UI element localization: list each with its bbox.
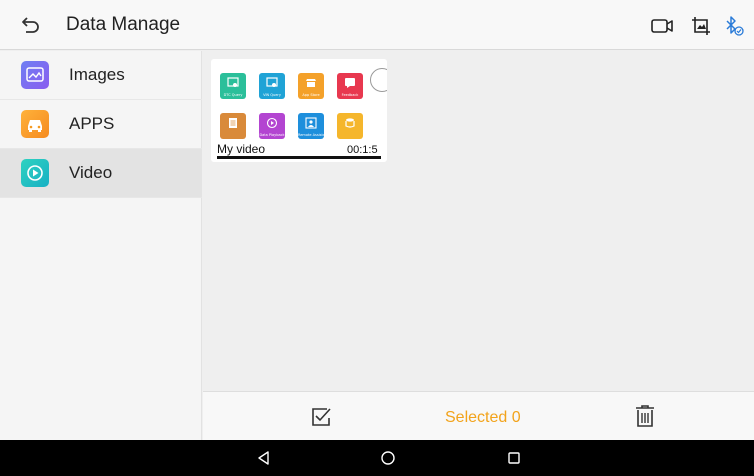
bluetooth-icon[interactable] <box>722 15 746 37</box>
trash-icon[interactable] <box>634 404 656 428</box>
thumbnail-tile <box>220 113 246 139</box>
video-thumbnail-card[interactable]: DTC Query VIN Query App Store Feedback D… <box>211 59 387 162</box>
tile-caption: Data Playback <box>259 133 285 137</box>
screenshot-crop-icon[interactable] <box>690 15 714 37</box>
tile-caption: VIN Query <box>263 93 281 97</box>
apps-car-icon <box>21 110 49 138</box>
thumbnail-tile: Remote Assistance <box>298 113 324 139</box>
video-duration: 00:1:5 <box>347 144 378 156</box>
sidebar-item-video[interactable]: Video <box>0 149 202 198</box>
sidebar-item-label: Images <box>69 65 125 84</box>
thumbnail-tile: VIN Query <box>259 73 285 99</box>
sidebar-item-label: Video <box>69 163 113 182</box>
thumbnail-tile <box>337 113 363 139</box>
thumbnail-tile: Feedback <box>337 73 363 99</box>
video-play-icon <box>21 159 49 187</box>
images-icon <box>21 61 49 89</box>
recents-square-icon[interactable] <box>506 450 522 466</box>
sidebar-item-images[interactable]: Images <box>0 51 202 100</box>
thumbnail-tile: DTC Query <box>220 73 246 99</box>
top-bar: Data Manage <box>0 0 754 50</box>
category-sidebar: Images APPS Video <box>0 51 202 441</box>
select-checkbox[interactable] <box>370 68 387 92</box>
tile-caption: Feedback <box>341 93 359 97</box>
sidebar-item-apps[interactable]: APPS <box>0 100 202 149</box>
thumbnail-tile: Data Playback <box>259 113 285 139</box>
video-progress-bar <box>217 156 381 159</box>
home-circle-icon[interactable] <box>380 450 396 466</box>
back-triangle-icon[interactable] <box>256 450 272 466</box>
back-arrow-icon[interactable] <box>18 13 42 37</box>
tile-caption: App Store <box>302 93 320 97</box>
video-name: My video <box>217 142 266 156</box>
selected-count: Selected 0 <box>445 409 521 426</box>
system-nav-bar <box>0 440 754 476</box>
tile-caption: DTC Query <box>223 93 243 97</box>
select-all-checkbox-icon[interactable] <box>310 406 332 428</box>
tile-caption: Remote Assistance <box>298 133 324 137</box>
video-grid: DTC Query VIN Query App Store Feedback D… <box>203 51 754 391</box>
thumbnail-tile: App Store <box>298 73 324 99</box>
sidebar-item-label: APPS <box>69 114 115 133</box>
action-bar: Selected 0 <box>203 391 754 440</box>
video-camera-icon[interactable] <box>650 15 674 37</box>
page-title: Data Manage <box>66 14 181 35</box>
